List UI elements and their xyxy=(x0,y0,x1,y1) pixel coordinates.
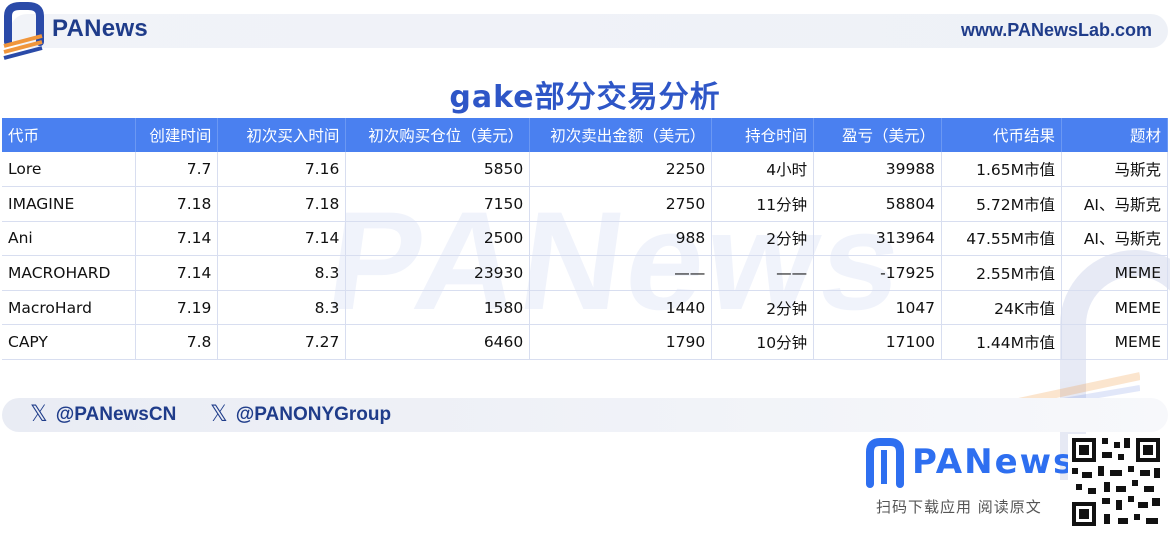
cell-theme: 马斯克 xyxy=(1061,152,1169,188)
cell-position: 7150 xyxy=(345,186,531,222)
x-icon: 𝕏 xyxy=(30,402,48,427)
social-handle: @PANewsCN xyxy=(55,403,177,425)
cell-pnl: 39988 xyxy=(813,152,943,188)
cell-token: Ani xyxy=(2,221,137,257)
cell-position: 23930 xyxy=(345,255,531,291)
cell-result: 2.55M市值 xyxy=(941,255,1062,291)
site-url[interactable]: www.PANewsLab.com xyxy=(961,20,1152,41)
cell-hold-time: —— xyxy=(711,255,815,291)
cell-pnl: 313964 xyxy=(813,221,943,257)
cell-token: CAPY xyxy=(2,324,137,361)
cell-theme: MEME xyxy=(1061,255,1169,291)
cell-hold-time: 4小时 xyxy=(711,152,815,188)
col-header-token: 代币 xyxy=(2,118,137,152)
app-promo[interactable]: PANews 扫码下载应用 阅读原文 xyxy=(862,434,1164,534)
trade-analysis-table: 代币 创建时间 初次买入时间 初次购买仓位（美元） 初次卖出金额（美元） 持仓时… xyxy=(2,118,1169,361)
col-header-hold-time: 持仓时间 xyxy=(711,118,815,152)
cell-created: 7.7 xyxy=(135,152,219,188)
col-header-pnl: 盈亏（美元） xyxy=(813,118,943,152)
cell-first-sell: —— xyxy=(529,255,713,291)
cell-result: 24K市值 xyxy=(941,290,1062,326)
cell-created: 7.19 xyxy=(135,290,219,326)
col-header-first-sell: 初次卖出金额（美元） xyxy=(529,118,713,152)
cell-first-sell: 2250 xyxy=(529,152,713,188)
col-header-theme: 题材 xyxy=(1061,118,1169,152)
cell-first-buy: 8.3 xyxy=(217,290,347,326)
cell-pnl: 17100 xyxy=(813,324,943,361)
cell-hold-time: 2分钟 xyxy=(711,221,815,257)
cell-first-buy: 7.18 xyxy=(217,186,347,222)
col-header-created: 创建时间 xyxy=(135,118,219,152)
x-icon: 𝕏 xyxy=(210,402,228,427)
cell-first-buy: 7.27 xyxy=(217,324,347,361)
social-band xyxy=(2,398,1168,432)
table-row: MACROHARD 7.14 8.3 23930 —— —— -17925 2.… xyxy=(2,255,1169,291)
social-x-panewscn[interactable]: 𝕏 @PANewsCN xyxy=(30,402,176,427)
panews-logo-icon xyxy=(3,2,44,60)
cell-created: 7.18 xyxy=(135,186,219,222)
promo-app-name: PANews xyxy=(912,442,1076,482)
cell-pnl: 58804 xyxy=(813,186,943,222)
table-header-row: 代币 创建时间 初次买入时间 初次购买仓位（美元） 初次卖出金额（美元） 持仓时… xyxy=(2,118,1169,152)
cell-theme: AI、马斯克 xyxy=(1061,186,1169,222)
col-header-result: 代币结果 xyxy=(941,118,1062,152)
cell-first-buy: 7.14 xyxy=(217,221,347,257)
table-row: CAPY 7.8 7.27 6460 1790 10分钟 17100 1.44M… xyxy=(2,324,1169,361)
social-handle: @PANONYGroup xyxy=(235,403,392,425)
cell-first-buy: 7.16 xyxy=(217,152,347,188)
promo-subtitle: 扫码下载应用 阅读原文 xyxy=(876,498,1042,516)
cell-theme: MEME xyxy=(1061,324,1169,361)
cell-pnl: -17925 xyxy=(813,255,943,291)
cell-position: 5850 xyxy=(345,152,531,188)
cell-result: 47.55M市值 xyxy=(941,221,1062,257)
cell-position: 1580 xyxy=(345,290,531,326)
social-x-panonygroup[interactable]: 𝕏 @PANONYGroup xyxy=(210,402,391,427)
table-row: Lore 7.7 7.16 5850 2250 4小时 39988 1.65M市… xyxy=(2,152,1169,188)
cell-position: 6460 xyxy=(345,324,531,361)
cell-first-sell: 1440 xyxy=(529,290,713,326)
cell-hold-time: 11分钟 xyxy=(711,186,815,222)
cell-token: Lore xyxy=(2,152,137,188)
cell-hold-time: 10分钟 xyxy=(711,324,815,361)
table-title: gake部分交易分析 xyxy=(449,80,721,115)
cell-theme: MEME xyxy=(1061,290,1169,326)
cell-first-sell: 988 xyxy=(529,221,713,257)
cell-result: 5.72M市值 xyxy=(941,186,1062,222)
cell-hold-time: 2分钟 xyxy=(711,290,815,326)
table-row: MacroHard 7.19 8.3 1580 1440 2分钟 1047 24… xyxy=(2,290,1169,326)
cell-token: MacroHard xyxy=(2,290,137,326)
cell-result: 1.65M市值 xyxy=(941,152,1062,188)
brand-name: PANews xyxy=(52,15,149,42)
col-header-first-buy: 初次买入时间 xyxy=(217,118,347,152)
qr-code-icon[interactable] xyxy=(1068,434,1164,530)
cell-first-buy: 8.3 xyxy=(217,255,347,291)
cell-token: IMAGINE xyxy=(2,186,137,222)
cell-theme: AI、马斯克 xyxy=(1061,221,1169,257)
cell-result: 1.44M市值 xyxy=(941,324,1062,361)
table-row: IMAGINE 7.18 7.18 7150 2750 11分钟 58804 5… xyxy=(2,186,1169,222)
cell-created: 7.14 xyxy=(135,255,219,291)
cell-pnl: 1047 xyxy=(813,290,943,326)
analysis-panel: gake部分交易分析 代币 创建时间 初次买入时间 初次购买仓位（美元） 初次卖… xyxy=(2,66,1169,361)
cell-first-sell: 2750 xyxy=(529,186,713,222)
cell-created: 7.8 xyxy=(135,324,219,361)
panews-app-logo-icon xyxy=(866,438,904,488)
cell-token: MACROHARD xyxy=(2,255,137,291)
table-row: Ani 7.14 7.14 2500 988 2分钟 313964 47.55M… xyxy=(2,221,1169,257)
header: PANews www.PANewsLab.com xyxy=(0,0,1170,62)
cell-position: 2500 xyxy=(345,221,531,257)
col-header-position: 初次购买仓位（美元） xyxy=(345,118,531,152)
cell-created: 7.14 xyxy=(135,221,219,257)
cell-first-sell: 1790 xyxy=(529,324,713,361)
